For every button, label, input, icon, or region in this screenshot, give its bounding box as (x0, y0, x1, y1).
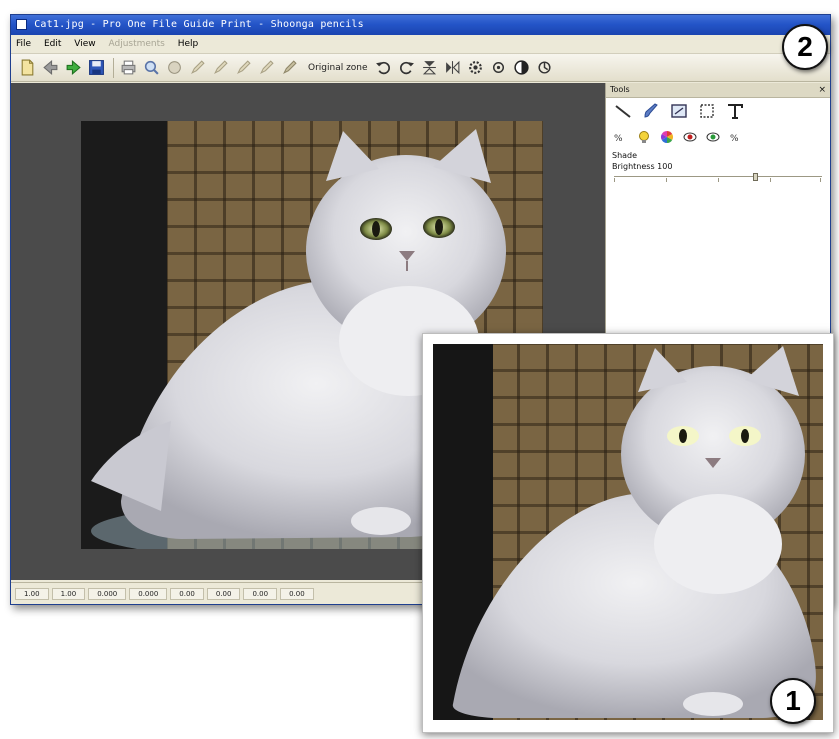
status-cell: 0.00 (206, 587, 241, 600)
paint-brush-icon[interactable] (164, 58, 184, 78)
status-cell: 1.00 (51, 587, 86, 600)
svg-text:%: % (614, 134, 623, 144)
percent-icon[interactable]: % (727, 128, 745, 146)
brightness-slider[interactable] (614, 173, 822, 189)
brush-tool-icon[interactable] (640, 100, 662, 122)
callout-badge-1: 1 (770, 678, 816, 724)
shade-label: Shade (612, 151, 638, 160)
app-icon (16, 19, 27, 30)
rectangle-tool-icon[interactable] (696, 100, 718, 122)
rotate-left-icon[interactable] (374, 58, 394, 78)
status-cell: 1.00 (15, 587, 49, 600)
status-cell: 0.00 (170, 587, 204, 600)
flip-horizontal-icon[interactable] (443, 58, 463, 78)
pencil-icon[interactable] (187, 58, 207, 78)
menu-view[interactable]: View (69, 35, 100, 53)
close-icon[interactable]: × (818, 83, 826, 97)
toolbar: Original zone (11, 54, 830, 82)
menu-edit[interactable]: Edit (39, 35, 66, 53)
inset-photo-frame (422, 333, 834, 733)
bulb-tool-icon[interactable] (635, 128, 653, 146)
back-arrow-icon[interactable] (40, 58, 60, 78)
toolbar-separator (113, 57, 114, 78)
menu-bar: File Edit View Adjustments Help (11, 35, 830, 54)
pencil-icon[interactable] (279, 58, 299, 78)
menu-help[interactable]: Help (173, 35, 204, 53)
flip-vertical-icon[interactable] (420, 58, 440, 78)
text-tool-icon[interactable] (724, 100, 746, 122)
filter-tool-icon[interactable]: % (612, 128, 630, 146)
target-icon[interactable] (489, 58, 509, 78)
pencil-icon[interactable] (233, 58, 253, 78)
status-cell: 0.00 (243, 587, 278, 600)
pencil-icon[interactable] (210, 58, 230, 78)
forward-arrow-icon[interactable] (63, 58, 83, 78)
contrast-icon[interactable] (512, 58, 532, 78)
rotate-right-icon[interactable] (397, 58, 417, 78)
zoom-icon[interactable] (141, 58, 161, 78)
callout-badge-2: 2 (782, 24, 828, 70)
red-eye-icon[interactable] (681, 128, 699, 146)
green-eye-icon[interactable] (704, 128, 722, 146)
status-cell: 0.000 (88, 587, 127, 600)
color-wheel-icon[interactable] (658, 128, 676, 146)
tools-panel-header: Tools × (606, 83, 830, 98)
window-title: Cat1.jpg - Pro One File Guide Print - Sh… (34, 19, 364, 30)
cat-photo-inset (433, 344, 823, 720)
new-file-icon[interactable] (17, 58, 37, 78)
line-tool-icon[interactable] (612, 100, 634, 122)
tools-panel-title: Tools (610, 85, 630, 94)
tools-row-secondary: % % (606, 124, 830, 150)
status-cell: 0.000 (129, 587, 168, 600)
select-tool-icon[interactable] (668, 100, 690, 122)
gear-icon[interactable] (466, 58, 486, 78)
save-icon[interactable] (86, 58, 106, 78)
title-bar[interactable]: Cat1.jpg - Pro One File Guide Print - Sh… (11, 15, 830, 35)
status-cell: 0.00 (280, 587, 314, 600)
menu-adjustments[interactable]: Adjustments (103, 35, 169, 53)
toolbar-label: Original zone (308, 62, 368, 73)
print-icon[interactable] (118, 58, 138, 78)
brightness-label: Brightness 100 (612, 162, 673, 171)
svg-text:%: % (730, 134, 739, 144)
menu-file[interactable]: File (11, 35, 36, 53)
tools-row-primary (606, 98, 830, 124)
adjust-icon[interactable] (535, 58, 555, 78)
pencil-icon[interactable] (256, 58, 276, 78)
slider-thumb[interactable] (753, 173, 759, 181)
